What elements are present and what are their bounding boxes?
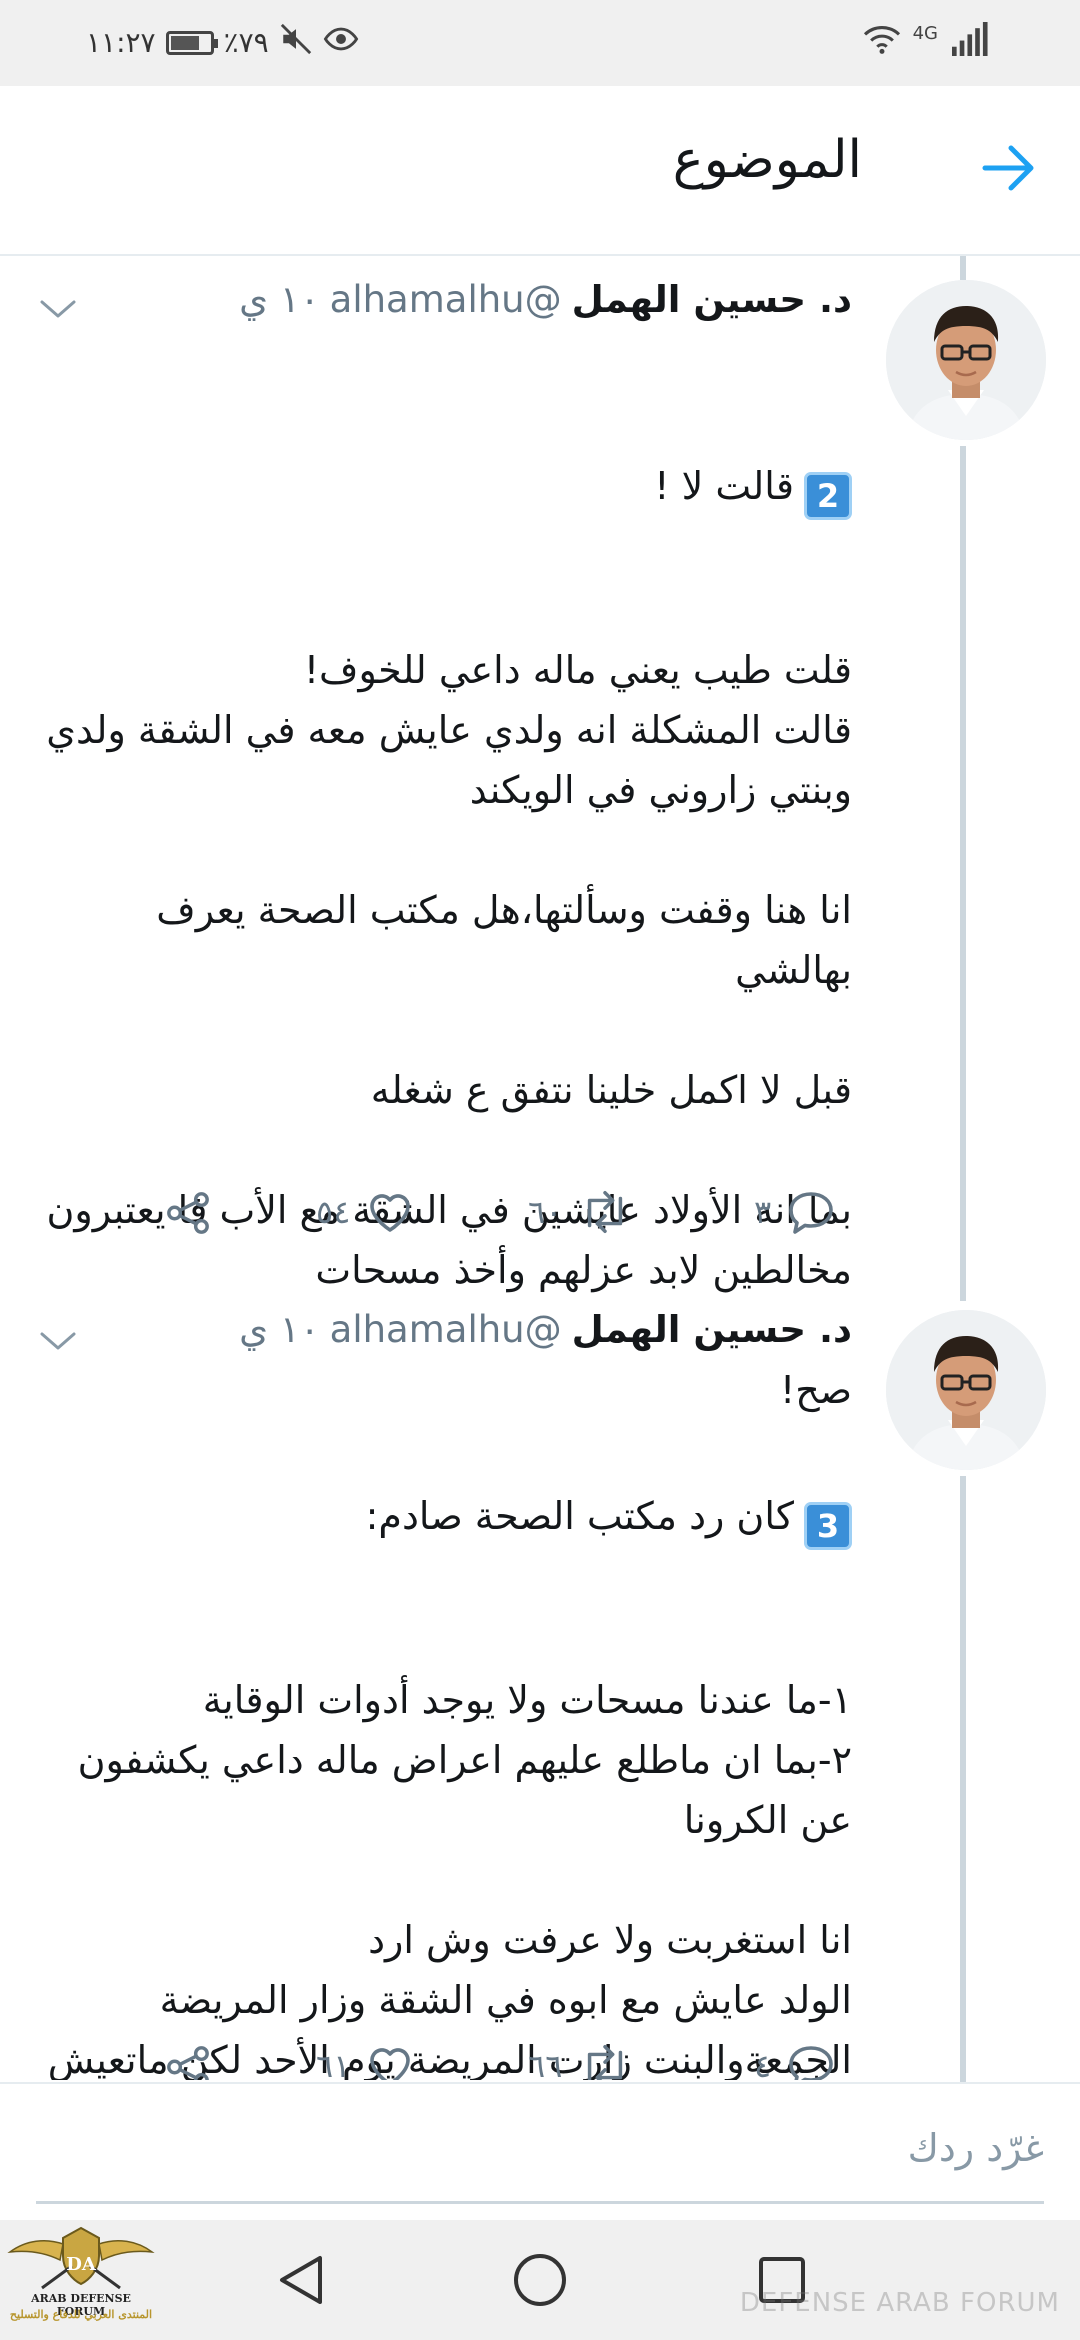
like-button[interactable]: ٦١: [316, 2044, 414, 2080]
app-header: الموضوع: [0, 86, 1080, 256]
tweet[interactable]: د. حسين الهمل @alhamalhu ١٠ ي 3كان رد مك…: [0, 1290, 1080, 2080]
retweet-button[interactable]: ٦٦: [528, 2044, 632, 2080]
page-title: الموضوع: [672, 130, 862, 190]
logo-arabic-text: المنتدى العربي للدفاع والتسليح: [9, 2308, 153, 2321]
battery-icon: [165, 30, 218, 55]
author-name[interactable]: د. حسين الهمل: [572, 278, 852, 321]
signal-icon: [950, 22, 988, 60]
author-handle[interactable]: @alhamalhu: [330, 278, 562, 321]
retweet-icon: [588, 2044, 623, 2080]
nav-home-button[interactable]: [510, 2250, 570, 2310]
retweet-icon: [588, 1190, 623, 1234]
clock: ١١:٢٧: [86, 26, 156, 59]
chevron-down-icon: [40, 300, 76, 318]
avatar[interactable]: [886, 1310, 1046, 1470]
tweet-first-line: 3كان رد مكتب الصحة صادم:: [32, 1486, 852, 1550]
status-right: 4G: [863, 22, 988, 60]
keycap-emoji-icon: 3: [804, 1502, 852, 1550]
tweet-header: د. حسين الهمل @alhamalhu ١٠ ي: [239, 278, 852, 321]
status-left: ١١:٢٧ ٪٧٩: [86, 22, 359, 63]
keycap-emoji-icon: 2: [804, 472, 852, 520]
reply-button[interactable]: ٤: [754, 2044, 835, 2080]
like-button[interactable]: ٥٤: [316, 1190, 414, 1234]
tweet-header: د. حسين الهمل @alhamalhu ١٠ ي: [239, 1308, 852, 1351]
battery-percent: ٪٧٩: [223, 26, 269, 59]
avatar[interactable]: [886, 280, 1046, 440]
input-underline: [36, 2201, 1044, 2204]
forum-watermark: DEFENSE ARAB FORUM: [739, 2288, 1060, 2318]
reply-composer[interactable]: غرّد ردك: [0, 2082, 1080, 2222]
retweet-button[interactable]: ٦٠: [528, 1190, 632, 1234]
tweet-time: ١٠ ي: [239, 278, 320, 321]
eye-comfort-icon: [323, 22, 359, 63]
reply-icon: [789, 1192, 833, 1234]
tweet-menu-button[interactable]: [38, 290, 78, 330]
reply-input[interactable]: غرّد ردك: [908, 2126, 1044, 2170]
author-name[interactable]: د. حسين الهمل: [572, 1308, 852, 1351]
tweet-body-text: ١-ما عندنا مسحات ولا يوجد أدوات الوقاية …: [47, 1678, 852, 2080]
heart-icon: [370, 2048, 411, 2080]
back-button[interactable]: [978, 136, 1042, 200]
logo-title: DA: [66, 2254, 96, 2275]
tweet-actions: ٣ ٦٠ ٥٤: [0, 1190, 1080, 1250]
share-icon: [167, 2046, 209, 2080]
wifi-icon: [863, 22, 901, 60]
tweet-time: ١٠ ي: [239, 1308, 320, 1351]
circle-home-icon: [514, 2254, 566, 2306]
tweet-text: 3كان رد مكتب الصحة صادم: ١-ما عندنا مسحا…: [32, 1366, 852, 2080]
reply-button[interactable]: ٣: [754, 1190, 835, 1234]
author-handle[interactable]: @alhamalhu: [330, 1308, 562, 1351]
arrow-right-icon: [982, 145, 1034, 191]
network-type: 4G: [912, 22, 938, 44]
tweet[interactable]: د. حسين الهمل @alhamalhu ١٠ ي 2قالت لا !…: [0, 256, 1080, 1412]
tweet-first-line: 2قالت لا !: [32, 456, 852, 520]
reply-icon: [789, 2046, 833, 2080]
mute-icon: [279, 22, 313, 63]
battery-fill: [170, 35, 200, 50]
share-button[interactable]: [164, 2044, 212, 2080]
nav-back-button[interactable]: [270, 2250, 330, 2310]
arab-defense-forum-logo: DA ARAB DEFENSE FORUM المنتدى العربي للد…: [6, 2222, 156, 2338]
share-icon: [167, 1192, 209, 1234]
triangle-back-icon: [280, 2256, 322, 2304]
status-bar: ١١:٢٧ ٪٧٩ 4G: [0, 0, 1080, 86]
chevron-down-icon: [40, 1332, 76, 1350]
heart-icon: [370, 1194, 411, 1232]
system-nav-bar: [0, 2220, 1080, 2340]
tweet-menu-button[interactable]: [38, 1322, 78, 1362]
share-button[interactable]: [164, 1190, 212, 1236]
tweet-actions: ٤ ٦٦ ٦١: [0, 2044, 1080, 2080]
